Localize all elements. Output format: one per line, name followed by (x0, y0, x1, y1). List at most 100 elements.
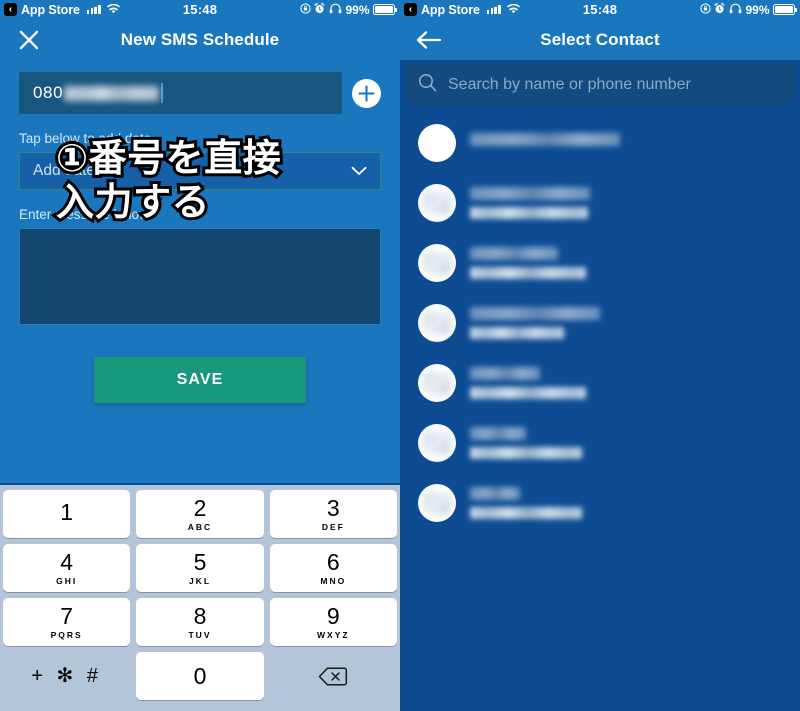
key-9-number: 9 (326, 602, 340, 629)
left-screen-new-sms-schedule: ‹ App Store 15:48 99% New SMS Schedule 0… (0, 0, 400, 711)
contact-number-redacted (470, 207, 588, 219)
key-3-letters: DEF (321, 521, 345, 532)
message-section-label: Enter message below (19, 207, 149, 222)
contact-text (470, 367, 586, 399)
search-icon (418, 73, 437, 97)
key-0[interactable]: 0 (136, 652, 264, 700)
list-item[interactable] (400, 413, 800, 473)
contact-number-redacted (470, 387, 586, 399)
numeric-keypad: 1 2 ABC 3 DEF 4 GHI 5 JKL 6 MNO 7 PQRS 8… (0, 483, 400, 711)
status-bar-right-group: 99% (300, 2, 398, 17)
key-6-number: 6 (326, 548, 340, 575)
list-item[interactable] (400, 113, 800, 173)
headphones-icon (329, 3, 342, 17)
key-symbols[interactable]: + ✻ # (3, 652, 130, 700)
avatar (418, 484, 456, 522)
avatar (418, 244, 456, 282)
save-button[interactable]: SAVE (94, 357, 306, 403)
status-bar-right-right-group: 99% (700, 2, 798, 17)
battery-icon (373, 4, 398, 15)
keypad-row-2: 4 GHI 5 JKL 6 MNO (3, 544, 397, 592)
text-caret (161, 83, 164, 103)
key-2-letters: ABC (187, 521, 213, 532)
key-3-number: 3 (326, 494, 340, 521)
add-date-dropdown[interactable]: Add date (19, 152, 381, 190)
list-item[interactable] (400, 293, 800, 353)
key-2-number: 2 (193, 494, 207, 521)
page-title: Select Contact (540, 29, 660, 49)
battery-percent-label: 99% (345, 2, 370, 17)
key-8-letters: TUV (188, 629, 212, 640)
date-section-label: Tap below to add date (19, 131, 152, 146)
rotation-lock-icon (300, 2, 311, 17)
phone-number-row: 080 (19, 72, 381, 114)
add-date-value: Add date (33, 162, 96, 179)
redacted-phone-digits (64, 85, 160, 101)
status-bar-right: ‹ App Store 15:48 99% (400, 0, 800, 19)
key-4-letters: GHI (56, 575, 78, 586)
list-item[interactable] (400, 353, 800, 413)
key-5-letters: JKL (188, 575, 212, 586)
key-7-letters: PQRS (50, 629, 83, 640)
contact-number-redacted (470, 327, 564, 339)
contact-name-redacted (470, 187, 590, 200)
list-item[interactable] (400, 173, 800, 233)
contact-name-redacted (470, 307, 600, 320)
battery-icon (773, 4, 798, 15)
avatar (418, 424, 456, 462)
nav-bar-right: Select Contact (400, 19, 800, 60)
rotation-lock-icon (700, 2, 711, 17)
contact-text (470, 487, 582, 519)
backspace-icon[interactable] (270, 652, 397, 700)
key-9[interactable]: 9 WXYZ (269, 598, 397, 646)
avatar (418, 364, 456, 402)
key-0-number: 0 (193, 662, 207, 689)
key-1[interactable]: 1 (3, 490, 131, 538)
dual-screenshot-container: ‹ App Store 15:48 99% New SMS Schedule 0… (0, 0, 800, 711)
search-input[interactable]: Search by name or phone number (405, 64, 795, 106)
arrow-left-icon[interactable] (414, 25, 444, 55)
key-7-number: 7 (60, 602, 74, 629)
contact-name-redacted (470, 487, 520, 500)
list-item[interactable] (400, 233, 800, 293)
key-7[interactable]: 7 PQRS (3, 598, 131, 646)
keypad-row-4: + ✻ # 0 (3, 652, 397, 700)
battery-percent-label: 99% (745, 2, 770, 17)
search-placeholder: Search by name or phone number (448, 76, 691, 93)
key-5-number: 5 (193, 548, 207, 575)
contact-name-redacted (470, 133, 620, 146)
close-x-icon[interactable] (14, 25, 44, 55)
key-6-letters: MNO (320, 575, 347, 586)
list-item[interactable] (400, 473, 800, 533)
key-5[interactable]: 5 JKL (136, 544, 264, 592)
key-4[interactable]: 4 GHI (3, 544, 131, 592)
contact-number-redacted (470, 267, 586, 279)
phone-number-value: 080 (33, 83, 64, 102)
key-1-number: 1 (60, 499, 74, 525)
key-8[interactable]: 8 TUV (136, 598, 264, 646)
nav-bar-left: New SMS Schedule (0, 19, 400, 60)
contact-name-redacted (470, 427, 526, 440)
key-6[interactable]: 6 MNO (269, 544, 397, 592)
key-4-number: 4 (60, 548, 74, 575)
key-3[interactable]: 3 DEF (269, 490, 397, 538)
contact-text (470, 133, 620, 153)
key-9-letters: WXYZ (317, 629, 350, 640)
plus-circle-icon[interactable] (352, 78, 381, 108)
contact-name-redacted (470, 367, 540, 380)
page-title: New SMS Schedule (120, 29, 280, 49)
message-textarea[interactable] (19, 228, 381, 325)
contact-text (470, 307, 600, 339)
contact-text (470, 187, 590, 219)
contact-name-redacted (470, 247, 558, 260)
key-2[interactable]: 2 ABC (136, 490, 264, 538)
alarm-clock-icon (314, 2, 325, 17)
headphones-icon (729, 3, 742, 17)
right-screen-select-contact: ‹ App Store 15:48 99% Select Contact Sea… (400, 0, 800, 711)
contact-number-redacted (470, 447, 582, 459)
contact-number-redacted (470, 507, 582, 519)
phone-number-input[interactable]: 080 (19, 72, 342, 114)
contact-list[interactable] (400, 106, 800, 533)
key-8-number: 8 (193, 602, 207, 629)
alarm-clock-icon (714, 2, 725, 17)
